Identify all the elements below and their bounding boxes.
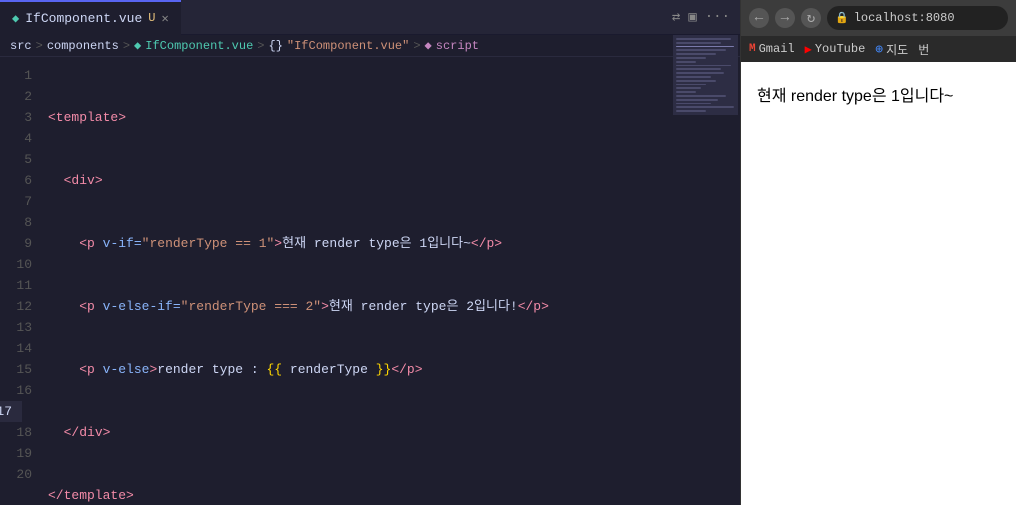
other-label: 번 (918, 41, 929, 58)
forward-button[interactable]: → (775, 8, 795, 28)
url-bar[interactable]: 🔒 localhost:8080 (827, 6, 1008, 30)
gmail-icon: M (749, 43, 756, 55)
bookmark-gmail[interactable]: M Gmail (749, 42, 795, 56)
line-numbers: 1 2 3 4 5 6 7 8 9 10 11 12 13 14 15 16 1… (0, 57, 42, 505)
breadcrumb-src[interactable]: src (10, 39, 32, 53)
editor-tab-bar: ◆ IfComponent.vue U ✕ ⇄ ▣ ··· (0, 0, 740, 35)
lock-icon: 🔒 (835, 11, 849, 25)
youtube-icon: ▶ (805, 42, 812, 57)
code-area[interactable]: 1 2 3 4 5 6 7 8 9 10 11 12 13 14 15 16 1… (0, 57, 740, 505)
code-line-7: </template> (48, 485, 740, 505)
vue-render-output: 현재 render type은 1입니다~ (757, 82, 1000, 106)
maps-icon: ⊕ (875, 42, 883, 57)
vue-icon: ◆ (12, 11, 19, 26)
browser-panel: ← → ↻ 🔒 localhost:8080 M Gmail ▶ YouTube… (740, 0, 1016, 505)
breadcrumb-sep1: > (36, 39, 43, 53)
layout-icon[interactable]: ▣ (688, 9, 696, 26)
more-icon[interactable]: ··· (705, 9, 730, 25)
bookmark-other[interactable]: 번 (918, 41, 929, 58)
breadcrumb-sep2: > (123, 39, 130, 53)
gmail-label: Gmail (759, 42, 795, 56)
breadcrumb-obj-name[interactable]: "IfComponent.vue" (287, 39, 409, 53)
code-content[interactable]: <template> <div> <p v-if="renderType == … (42, 57, 740, 505)
render-text: 현재 render type은 1입니다~ (757, 88, 953, 105)
minimap-preview (673, 57, 738, 115)
code-line-1: <template> (48, 107, 740, 128)
browser-bookmarks-bar: M Gmail ▶ YouTube ⊕ 지도 번 (741, 36, 1016, 62)
code-line-2: <div> (48, 170, 740, 191)
breadcrumb-file[interactable]: IfComponent.vue (145, 39, 253, 53)
code-line-5: <p v-else>render type : {{ renderType }}… (48, 359, 740, 380)
maps-label: 지도 (886, 41, 908, 58)
split-editor-icon[interactable]: ⇄ (672, 9, 680, 26)
code-line-3: <p v-if="renderType == 1">현재 render type… (48, 233, 740, 254)
back-button[interactable]: ← (749, 8, 769, 28)
refresh-button[interactable]: ↻ (801, 8, 821, 28)
editor-panel: ◆ IfComponent.vue U ✕ ⇄ ▣ ··· src > comp… (0, 0, 740, 505)
breadcrumb-sep4: > (413, 39, 420, 53)
url-text[interactable]: localhost:8080 (854, 11, 955, 25)
tab-close-button[interactable]: ✕ (161, 11, 168, 26)
breadcrumb: src > components > ◆ IfComponent.vue > {… (0, 35, 740, 57)
youtube-label: YouTube (815, 42, 865, 56)
editor-toolbar-icons: ⇄ ▣ ··· (672, 9, 740, 26)
tab-filename: IfComponent.vue (25, 11, 142, 26)
tab-modified: U (148, 11, 155, 25)
browser-content: 현재 render type은 1입니다~ (741, 62, 1016, 505)
breadcrumb-vue-icon: ◆ (134, 38, 141, 53)
breadcrumb-script[interactable]: script (436, 39, 479, 53)
editor-tab[interactable]: ◆ IfComponent.vue U ✕ (0, 0, 181, 35)
code-line-4: <p v-else-if="renderType === 2">현재 rende… (48, 296, 740, 317)
bookmark-youtube[interactable]: ▶ YouTube (805, 42, 866, 57)
code-line-6: </div> (48, 422, 740, 443)
bookmark-maps[interactable]: ⊕ 지도 (875, 41, 908, 58)
breadcrumb-obj[interactable]: {} (269, 39, 283, 53)
browser-toolbar: ← → ↻ 🔒 localhost:8080 (741, 0, 1016, 36)
breadcrumb-components[interactable]: components (47, 39, 119, 53)
breadcrumb-vue-icon2: ◆ (425, 38, 432, 53)
breadcrumb-sep3: > (257, 39, 264, 53)
